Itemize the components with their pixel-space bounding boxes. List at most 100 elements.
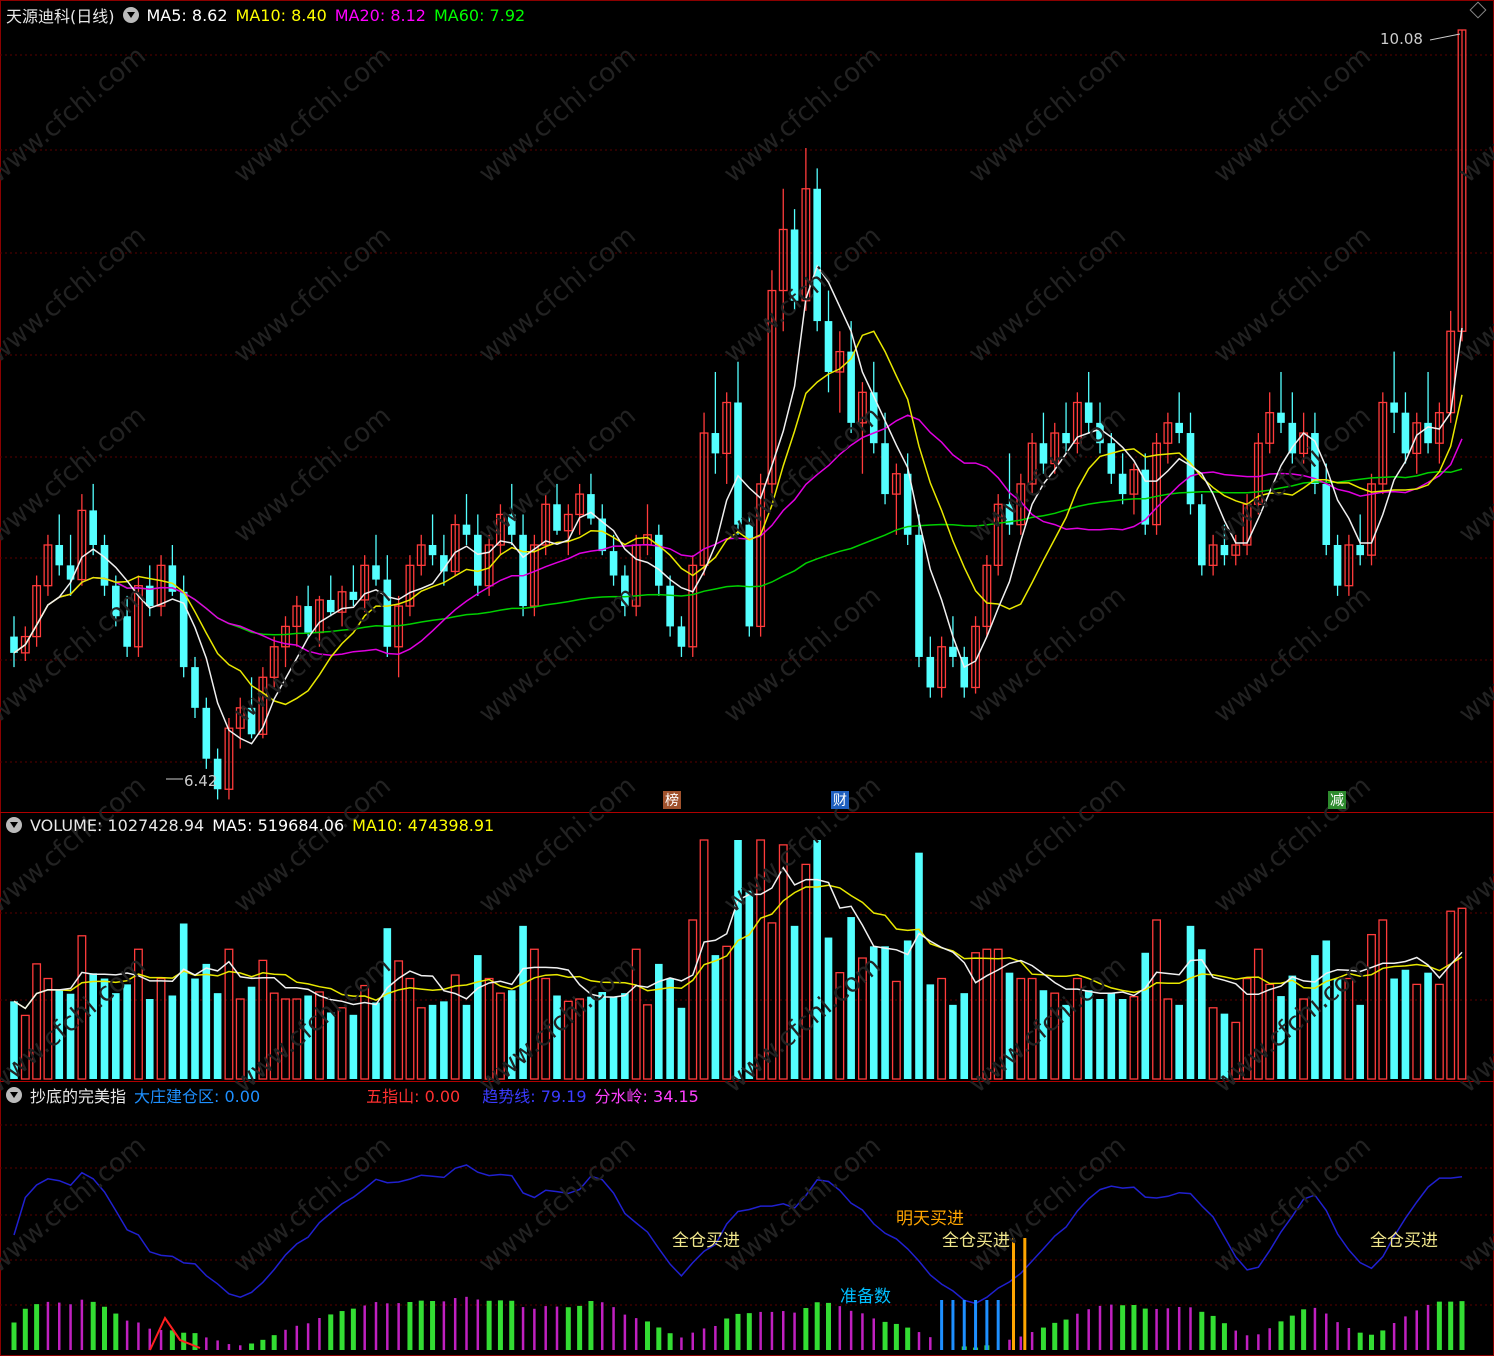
volume-bar — [1175, 1004, 1183, 1079]
volume-bar — [1163, 998, 1173, 1080]
kline-chart[interactable] — [0, 0, 1494, 1356]
volume-bar — [1333, 978, 1342, 1079]
volume-bar — [1277, 996, 1285, 1079]
volume-bar — [474, 955, 482, 1079]
volume-panel-header: VOLUME: 1027428.94 MA5: 519684.06 MA10: … — [6, 814, 494, 836]
volume-bar — [1231, 1021, 1241, 1080]
collapse-icon[interactable] — [6, 1087, 22, 1103]
price-panel-header: 天源迪科(日线) MA5: 8.62 MA10: 8.40 MA20: 8.12… — [6, 3, 526, 27]
candle-body — [1401, 412, 1410, 454]
dzjc-value: 大庄建仓区: 0.00 — [134, 1087, 261, 1106]
volume-bar — [1062, 1004, 1070, 1079]
volume-bar — [416, 1007, 426, 1080]
volume-bar — [405, 977, 415, 1080]
collapse-icon[interactable] — [122, 7, 139, 23]
volume-bar — [881, 946, 889, 1079]
volume-bar — [1299, 998, 1309, 1080]
volume-bar — [915, 852, 923, 1079]
volume-bar — [383, 928, 392, 1079]
candle-body — [123, 616, 131, 647]
volume-bar — [235, 998, 245, 1080]
volume-bar — [1446, 910, 1456, 1080]
candle-body — [1220, 544, 1229, 556]
ma5-value: MA5: 8.62 — [146, 5, 228, 25]
volume-bar — [281, 998, 290, 1080]
candle-body — [926, 656, 935, 688]
volume-bar — [982, 948, 992, 1080]
candle-body — [655, 534, 663, 586]
volume-bar — [462, 1004, 471, 1079]
volume-bar — [428, 1004, 437, 1079]
volume-bar — [677, 1007, 686, 1079]
candle-body — [191, 667, 199, 708]
volume-bar — [1288, 975, 1297, 1079]
volume-bar — [10, 1001, 18, 1079]
candle-body — [112, 585, 120, 617]
volume-bar — [32, 963, 42, 1080]
volume-bar — [1344, 977, 1354, 1080]
candle-body — [247, 707, 256, 735]
stock-title[interactable]: 天源迪科(日线) — [6, 3, 115, 27]
volume-bar — [484, 977, 494, 1080]
candle-body — [462, 524, 471, 535]
candle-body — [202, 707, 211, 759]
event-tag-finance[interactable]: 财 — [831, 791, 849, 809]
candle-body — [507, 514, 516, 535]
volume-bar — [847, 917, 855, 1079]
volume-bar — [495, 992, 505, 1080]
volume-bar — [643, 1004, 652, 1080]
candle-body — [677, 626, 686, 647]
high-price-label: 10.08 — [1380, 30, 1423, 48]
volume-bar — [541, 977, 551, 1080]
candle-body — [1175, 422, 1183, 434]
volume-bar — [156, 977, 166, 1080]
volume-bar — [734, 840, 742, 1079]
volume-bar — [1367, 933, 1376, 1080]
collapse-icon[interactable] — [6, 817, 22, 833]
candle-body — [1096, 422, 1104, 444]
candle-body — [813, 188, 821, 322]
volume-bar — [20, 1014, 30, 1080]
volume-bar — [123, 984, 131, 1079]
volume-bar — [666, 978, 674, 1079]
signal-buy-2: 全仓买进 — [942, 1231, 1010, 1251]
volume-bar — [813, 840, 821, 1079]
candle-body — [847, 351, 855, 423]
signal-prepare: 准备数 — [840, 1287, 891, 1307]
candle-body — [711, 433, 720, 454]
ma20-value: MA20: 8.12 — [334, 5, 426, 25]
candle-body — [474, 534, 482, 586]
volume-bar — [269, 992, 279, 1080]
candle-body — [1062, 433, 1070, 444]
candle-body — [519, 534, 527, 607]
candle-body — [383, 579, 392, 647]
volume-bar — [1152, 919, 1162, 1080]
volume-bar — [43, 977, 53, 1080]
volume-bar — [1220, 1013, 1229, 1079]
volume-bar — [133, 948, 143, 1080]
ma60-value: MA60: 7.92 — [433, 5, 526, 25]
candle-body — [609, 551, 618, 576]
volume-bar — [247, 986, 256, 1079]
candle-body — [349, 591, 358, 600]
volume-bar — [360, 984, 370, 1080]
candle-body — [734, 402, 742, 525]
volume-bar — [756, 839, 766, 1080]
volume-bar — [100, 978, 109, 1079]
indicator-name[interactable]: 抄底的完美指 — [30, 1083, 126, 1107]
volume-bar — [926, 984, 935, 1079]
volume-bar — [507, 990, 516, 1079]
candle-body — [1039, 443, 1048, 464]
signal-buy-1: 全仓买进 — [672, 1231, 740, 1251]
candle-body — [666, 585, 674, 627]
event-tag-rank[interactable]: 榜 — [663, 791, 681, 809]
volume-bar — [66, 993, 75, 1079]
volume-bar — [869, 946, 878, 1079]
event-tag-reduce[interactable]: 减 — [1328, 791, 1346, 809]
volume-bar — [1378, 919, 1388, 1080]
candle-body — [428, 544, 437, 556]
candle-body — [949, 646, 957, 657]
volume-bar — [304, 995, 312, 1079]
candle-body — [915, 534, 923, 657]
candle-body — [1390, 402, 1398, 413]
